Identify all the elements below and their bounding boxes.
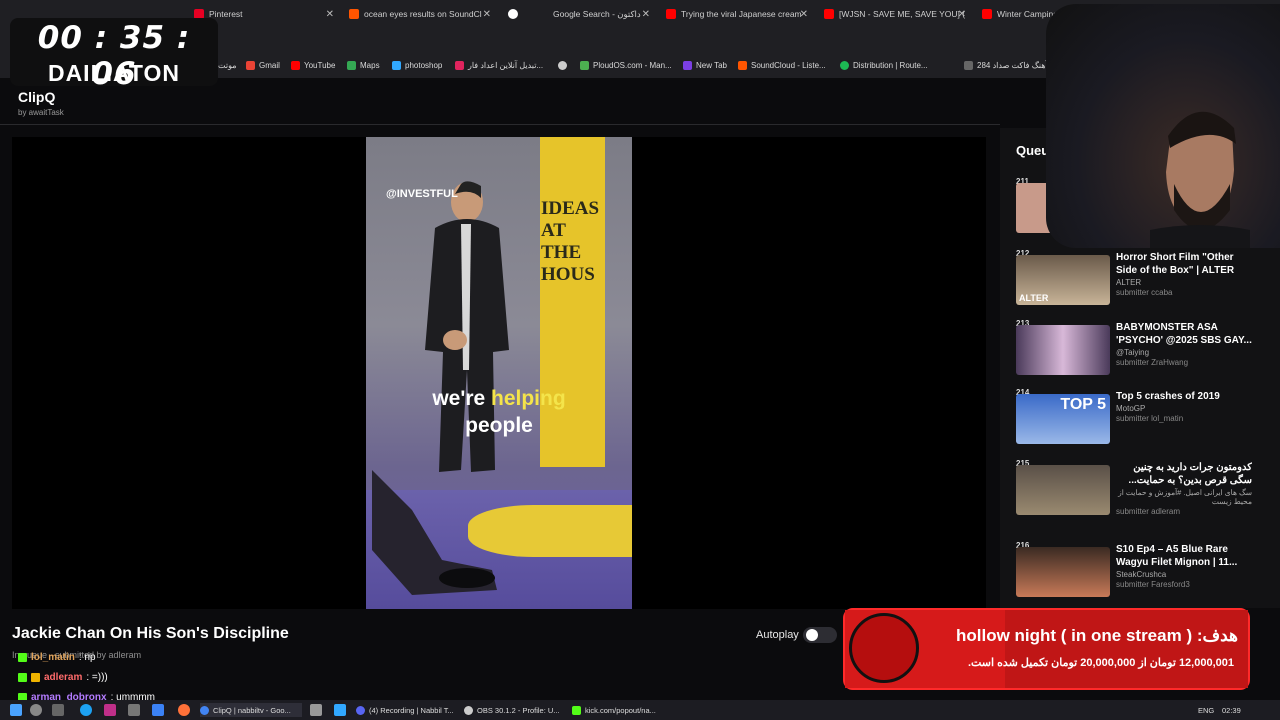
queue-thumbnail [1016,325,1110,375]
bookmark[interactable]: Distribution | Route... [840,61,928,70]
google-icon [508,9,518,19]
browser-tab[interactable]: [WJSN - SAVE ME, SAVE YOU] (✕ [824,4,966,24]
soundcloud-icon [738,61,747,70]
edge-icon[interactable] [80,704,92,716]
globe-icon [558,61,567,70]
discord-icon [356,705,365,715]
queue-item[interactable]: 216 S10 Ep4 – A5 Blue Rare Wagyu Filet M… [1014,541,1254,597]
bookmark[interactable]: PloudOS.com - Man... [580,61,672,70]
queue-item[interactable]: 215 کدومتون جرات دارید به چنین سگی قرص ب… [1014,459,1254,523]
clock[interactable]: 02:39 [1222,703,1241,717]
queue-item[interactable]: 213 BABYMONSTER ASA 'PSYCHO' @2025 SBS G… [1014,319,1254,375]
bookmark[interactable]: 284 آهنگ فاکت صداد... [964,61,1054,70]
video-watermark: @INVESTFUL [386,188,458,200]
bookmark[interactable]: New Tab [683,61,727,70]
gmail-icon [246,61,255,70]
taskbar-item[interactable]: OBS 30.1.2 - Profile: U... [464,703,566,717]
queue-item[interactable]: 214 TOP 5 Top 5 crashes of 2019 MotoGP sub… [1014,388,1254,444]
bookmark[interactable]: Gmail [246,61,280,70]
browser-tab[interactable]: Trying the viral Japanese cream ✕ [666,4,808,24]
bookmark[interactable]: photoshop [392,61,442,70]
speaker-figure [425,181,509,472]
taskbar-item[interactable]: (4) Recording | Nabbil T... [356,703,456,717]
sub-badge-icon [31,673,40,682]
goal-title: هدف: ( hollow night ( in one stream [955,626,1238,645]
start-icon[interactable] [10,704,22,716]
play-icon [580,61,589,70]
goal-emblem-icon [849,613,919,683]
foreground-legs [372,470,497,595]
app-icon[interactable] [128,704,140,716]
close-tab-icon[interactable]: ✕ [326,9,334,20]
bookmark[interactable]: SoundCloud - Liste... [738,61,826,70]
chat-message: lol_matin: rip [18,652,96,663]
maps-icon [347,61,356,70]
app-icon[interactable] [152,704,164,716]
task-view-icon[interactable] [52,704,64,716]
goal-amount: 12,000,001 تومان از 20,000,000 تومان تکم… [967,657,1234,669]
caption-highlight: helping [491,387,566,410]
chat-message: adleram: =))) [18,672,108,683]
calculator-icon [455,61,464,70]
streamer-face [1150,111,1250,248]
youtube-icon [666,9,676,19]
divider [0,124,1000,125]
taskbar-item[interactable]: ClipQ | nabbiltv - Goo... [200,703,302,717]
chrome-icon [200,705,209,715]
audio-icon [964,61,973,70]
bookmark[interactable]: موتت [218,61,237,70]
photoshop-icon [392,61,401,70]
bookmark[interactable]: YouTube [291,61,335,70]
timer-label: DAILIATON [47,60,181,86]
kick-badge-icon [18,653,27,662]
bookmark[interactable] [558,61,567,70]
soundcloud-icon [349,9,359,19]
goal-progress-track [1005,610,1248,688]
spotify-icon [840,61,849,70]
search-icon[interactable] [30,704,42,716]
newtab-icon [683,61,692,70]
kick-badge-icon [18,673,27,682]
close-tab-icon[interactable]: ✕ [800,9,808,20]
video-title: Jackie Chan On His Son's Discipline [12,625,289,642]
kick-icon [572,705,581,715]
browser-tab[interactable]: Google Search - داكتون ✕ [508,4,650,24]
app-icon[interactable] [310,704,322,716]
firefox-icon[interactable] [178,704,190,716]
close-tab-icon[interactable]: ✕ [642,9,650,20]
queue-thumbnail: TOP 5 [1016,394,1110,444]
app-icon[interactable] [104,704,116,716]
close-tab-icon[interactable]: ✕ [483,9,491,20]
bookmark[interactable]: Maps [347,61,380,70]
taskbar-item[interactable]: kick.com/popout/na... [572,703,672,717]
youtube-icon [982,9,992,19]
stream-timer: 00 : 35 : 06 DAILIATON [10,18,218,92]
bookmark[interactable]: تبدیل آنلاین اعداد فار... [455,61,543,70]
obs-icon [464,705,473,715]
queue-thumbnail [1016,465,1110,515]
youtube-icon [291,61,300,70]
autoplay-label: Autoplay [756,629,799,641]
os-taskbar: ClipQ | nabbiltv - Goo... (4) Recording … [0,700,1280,720]
photoshop-icon[interactable] [334,704,346,716]
close-tab-icon[interactable]: ✕ [958,9,966,20]
app-byline: by awaitTask [18,108,64,117]
queue-item[interactable]: 212 ALTER Horror Short Film "Other Side … [1014,249,1254,305]
video-caption: we're helping people [432,387,566,437]
app-title: ClipQ [18,89,56,105]
autoplay-knob[interactable] [806,629,818,641]
youtube-icon [824,9,834,19]
queue-thumbnail: ALTER [1016,255,1110,305]
queue-thumbnail [1016,547,1110,597]
input-language[interactable]: ENG [1198,703,1214,717]
browser-tab[interactable]: ocean eyes results on SoundCl ✕ [349,4,491,24]
banner-text: IDEAS AT THE HOUS [541,198,600,285]
